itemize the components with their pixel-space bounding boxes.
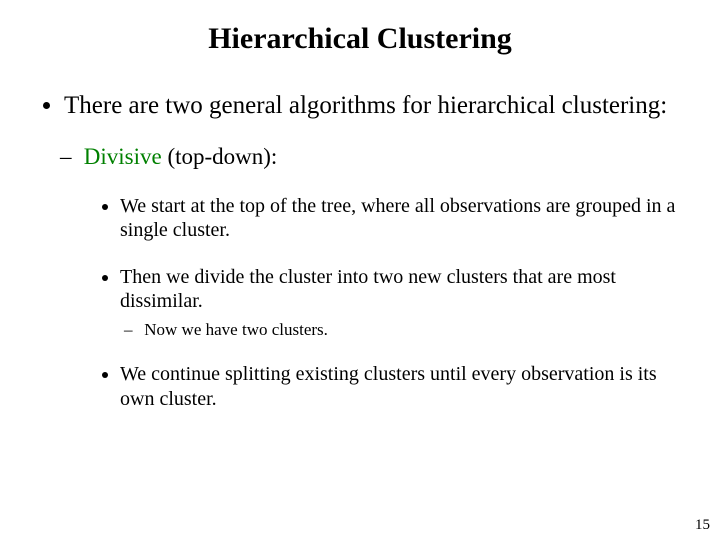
intro-text: There are two general algorithms for hie… [64, 92, 667, 119]
divisive-item: Divisive (top-down): We start at the top… [78, 143, 684, 411]
point-3: We continue splitting existing clusters … [120, 362, 684, 411]
point-2-sub-text: Now we have two clusters. [144, 320, 328, 339]
point-1-text: We start at the top of the tree, where a… [120, 195, 675, 241]
intro-bullet: There are two general algorithms for hie… [64, 90, 684, 411]
bullet-list-level3: We start at the top of the tree, where a… [78, 194, 684, 411]
point-2-text: Then we divide the cluster into two new … [120, 266, 616, 312]
slide: Hierarchical Clustering There are two ge… [0, 0, 720, 540]
point-2: Then we divide the cluster into two new … [120, 265, 684, 341]
slide-title: Hierarchical Clustering [36, 22, 684, 56]
divisive-label: Divisive [84, 144, 162, 169]
bullet-list-level1: There are two general algorithms for hie… [36, 90, 684, 411]
point-3-text: We continue splitting existing clusters … [120, 363, 657, 409]
bullet-list-level2: Divisive (top-down): We start at the top… [64, 143, 684, 411]
divisive-suffix: (top-down): [162, 144, 278, 169]
point-1: We start at the top of the tree, where a… [120, 194, 684, 243]
bullet-list-level4: Now we have two clusters. [120, 320, 684, 341]
page-number: 15 [695, 517, 710, 534]
point-2-sub: Now we have two clusters. [140, 320, 684, 341]
